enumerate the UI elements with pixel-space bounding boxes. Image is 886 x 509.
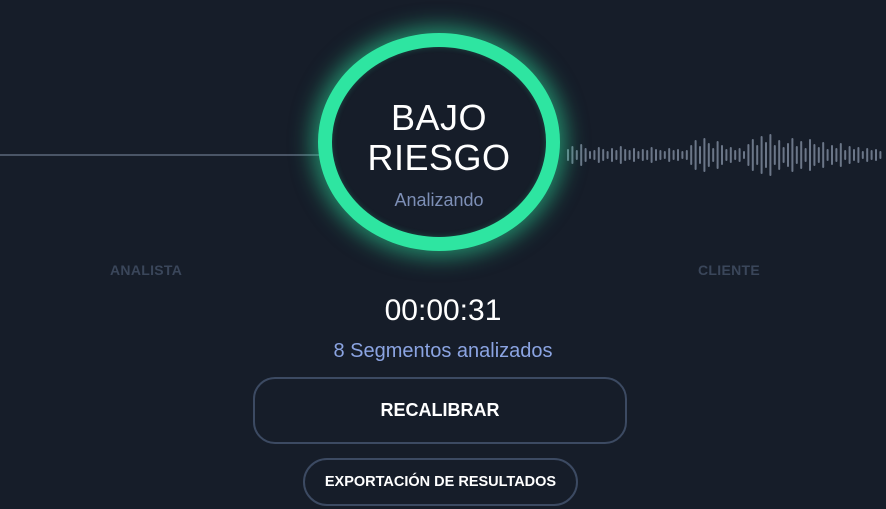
analyst-waveform-flat-line [0, 154, 326, 156]
speaker-label-client: CLIENTE [698, 262, 760, 278]
export-results-button[interactable]: EXPORTACIÓN DE RESULTADOS [303, 458, 578, 506]
risk-level-line-2: RIESGO [367, 137, 511, 178]
segments-analyzed-count: 8 Segmentos analizados [333, 340, 553, 362]
analysis-state-text: Analizando [394, 190, 484, 210]
voice-analysis-screen: BAJO RIESGO Analizando ANALISTA CLIENTE … [0, 0, 886, 509]
recalibrate-button[interactable]: RECALIBRAR [253, 377, 627, 444]
client-waveform-icon [567, 134, 882, 176]
risk-level-line-1: BAJO [390, 97, 488, 138]
speaker-label-analyst: ANALISTA [110, 262, 183, 278]
risk-level-label: BAJO RIESGO [318, 98, 560, 178]
elapsed-timer: 00:00:31 [384, 294, 502, 327]
